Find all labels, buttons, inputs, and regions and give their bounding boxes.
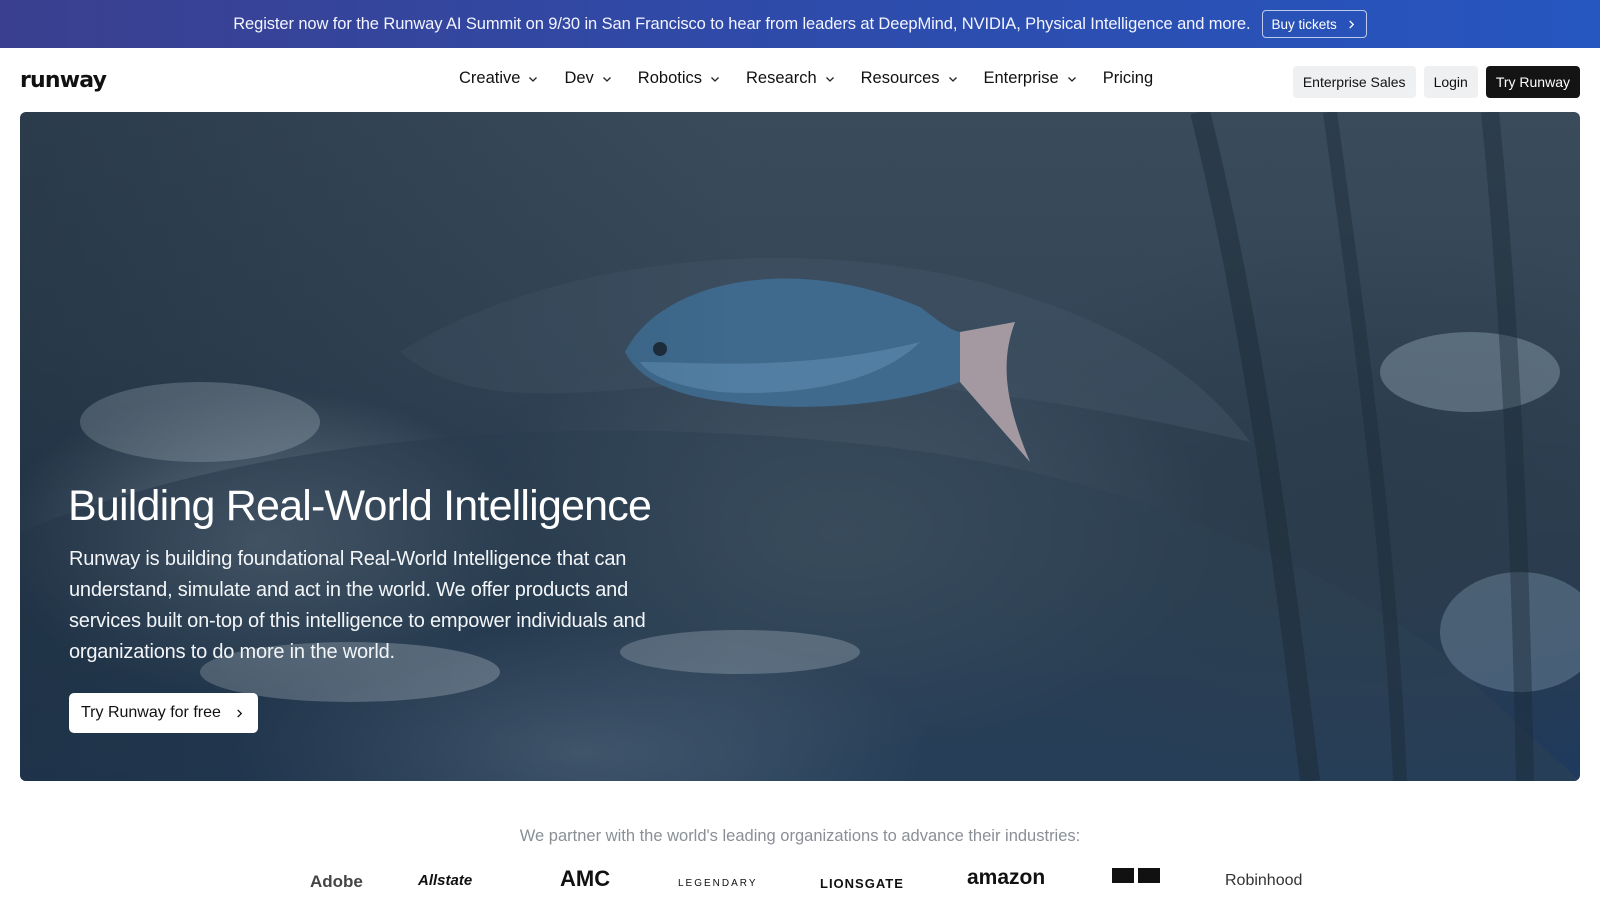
chevron-right-icon [237,708,243,718]
buy-tickets-label: Buy tickets [1271,16,1337,32]
main-menu: Creative Dev Robotics Research Resources… [459,69,1179,88]
menu-label: Creative [459,69,521,87]
partner-logo: Robinhood [1225,872,1303,889]
hero-overlay [20,112,740,781]
menu-item-creative[interactable]: Creative [459,69,538,88]
hero-section: Building Real-World Intelligence Runway … [20,112,1580,781]
top-nav: runway Creative Dev Robotics Research Re… [0,48,1600,112]
menu-label: Research [746,69,817,87]
hero-description: Runway is building foundational Real-Wor… [69,548,646,663]
menu-item-enterprise[interactable]: Enterprise [984,69,1077,88]
menu-label: Pricing [1102,69,1154,87]
partner-logo: Lionsgate [820,876,904,891]
partner-logo: Adobe [310,872,363,891]
partner-logos: Adobe Allstate AMC Legendary Lionsgate a… [290,868,1310,900]
partner-logo: Allstate [418,872,473,889]
chevron-down-icon [825,77,834,82]
menu-label: Robotics [637,69,702,87]
login-button[interactable]: Login [1423,66,1478,98]
banner-text: Register now for the Runway AI Summit on… [233,14,1251,33]
menu-label: Dev [564,69,594,87]
chevron-down-icon [711,77,719,82]
menu-label: Resources [860,69,940,87]
hero-title: Building Real-World Intelligence [68,482,652,530]
cta-label: Try Runway for free [81,704,221,721]
try-runway-button[interactable]: Try Runway [1485,66,1580,98]
nav-actions: Enterprise Sales Login Try Runway [1292,66,1580,98]
menu-item-research[interactable]: Research [746,69,835,88]
announcement-banner: Register now for the Runway AI Summit on… [0,0,1600,48]
partner-logo-mark [1112,868,1160,883]
menu-item-robotics[interactable]: Robotics [638,69,720,88]
menu-item-resources[interactable]: Resources [861,69,958,88]
chevron-down-icon [1067,77,1076,82]
partner-logo: amazon [967,868,1046,889]
chevron-right-icon [1349,19,1354,29]
partner-logo: AMC [560,868,611,891]
menu-label: Enterprise [983,69,1059,87]
runway-logo[interactable]: runway [20,68,107,93]
partners-text: We partner with the world's leading orga… [519,827,1081,845]
menu-item-dev[interactable]: Dev [564,69,611,88]
chevron-down-icon [602,77,611,82]
chevron-down-icon [948,77,957,82]
partner-logo: Legendary [678,878,758,889]
buy-tickets-button[interactable]: Buy tickets [1262,10,1367,38]
chevron-down-icon [529,77,538,82]
enterprise-sales-button[interactable]: Enterprise Sales [1292,66,1416,98]
try-runway-free-button[interactable]: Try Runway for free [69,693,258,733]
menu-item-pricing[interactable]: Pricing [1103,69,1153,88]
